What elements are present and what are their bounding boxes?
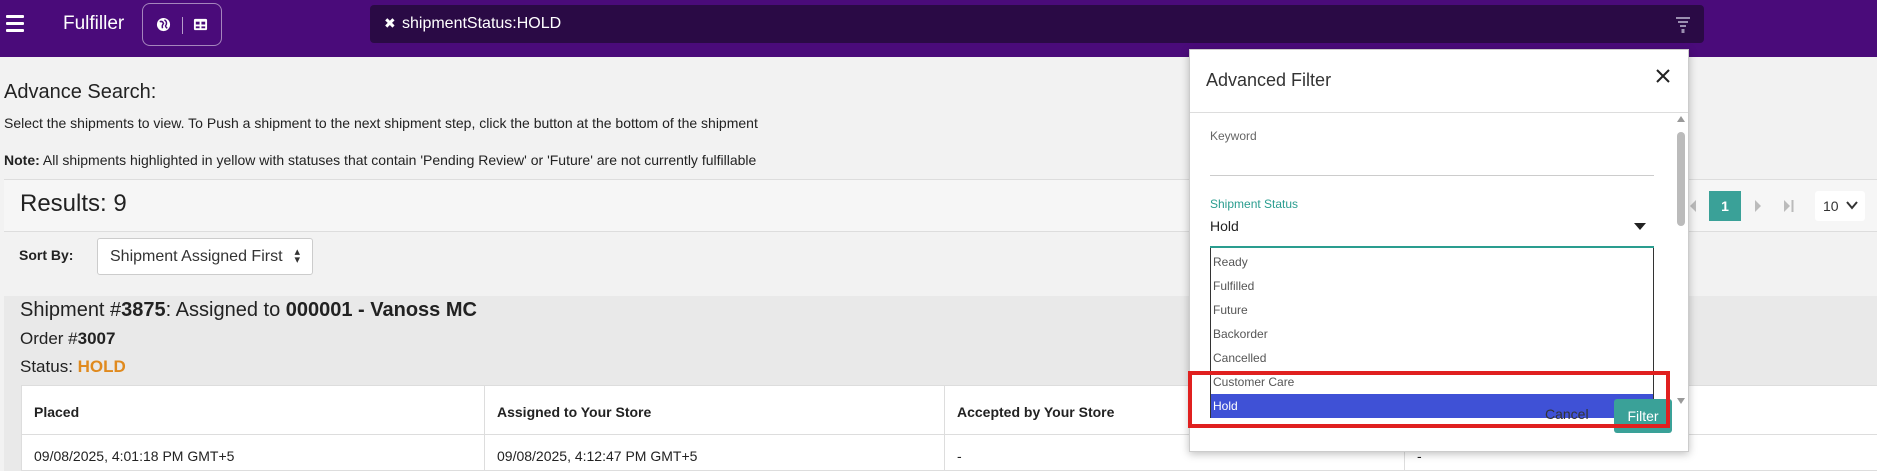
shipment-title: Shipment #3875: Assigned to 000001 - Van… bbox=[20, 299, 477, 322]
dropdown-arrow-icon bbox=[1634, 223, 1646, 230]
option-fulfilled[interactable]: Fulfilled bbox=[1211, 274, 1653, 298]
chevron-down-icon bbox=[1845, 198, 1859, 215]
globe-icon[interactable] bbox=[156, 17, 171, 35]
scroll-down-icon[interactable] bbox=[1677, 398, 1685, 404]
modal-title: Advanced Filter bbox=[1206, 70, 1332, 90]
option-customer-care[interactable]: Customer Care bbox=[1211, 370, 1653, 394]
column-header: Placed bbox=[22, 386, 485, 434]
option-backorder[interactable]: Backorder bbox=[1211, 322, 1653, 346]
last-page-icon[interactable] bbox=[1783, 199, 1795, 216]
note-text: All shipments highlighted in yellow with… bbox=[39, 152, 757, 168]
page-1-button[interactable]: 1 bbox=[1709, 191, 1741, 221]
sort-select[interactable]: Shipment Assigned First ▴ ▾ bbox=[97, 238, 313, 275]
status-options-list: Ready Fulfilled Future Backorder Cancell… bbox=[1210, 248, 1654, 418]
modal-header: Advanced Filter bbox=[1190, 50, 1688, 113]
page-size-select[interactable]: 10 bbox=[1815, 191, 1865, 221]
shipment-status-value: Hold bbox=[1210, 218, 1239, 234]
status-prefix: Status: bbox=[20, 357, 78, 376]
sort-value: Shipment Assigned First bbox=[110, 248, 283, 265]
next-page-icon[interactable] bbox=[1753, 199, 1763, 216]
assigned-prefix: : Assigned to bbox=[165, 299, 286, 321]
scrollbar-thumb[interactable] bbox=[1677, 132, 1685, 226]
order-prefix: Order # bbox=[20, 329, 78, 348]
page-description: Select the shipments to view. To Push a … bbox=[4, 115, 758, 131]
remove-chip-icon[interactable]: ✖ bbox=[384, 15, 396, 32]
close-icon[interactable] bbox=[1655, 64, 1671, 90]
table-icon[interactable] bbox=[193, 17, 208, 35]
keyword-label: Keyword bbox=[1210, 129, 1257, 143]
column-header: Assigned to Your Store bbox=[485, 386, 945, 434]
search-bar[interactable]: ✖ shipmentStatus:HOLD bbox=[370, 5, 1704, 43]
table-cell: 09/08/2025, 4:01:18 PM GMT+5 bbox=[22, 434, 485, 471]
shipment-order: Order #3007 bbox=[20, 329, 115, 349]
note-label: Note: bbox=[4, 152, 40, 168]
shipment-status-label: Shipment Status bbox=[1210, 197, 1299, 211]
results-count: Results: 9 bbox=[20, 190, 127, 217]
advanced-filter-modal: Advanced Filter Keyword Shipment Status … bbox=[1189, 49, 1689, 452]
keyword-input[interactable] bbox=[1210, 148, 1654, 176]
app-title: Fulfiller bbox=[63, 13, 125, 34]
page-size-value: 10 bbox=[1823, 198, 1839, 214]
menu-icon[interactable] bbox=[6, 15, 24, 32]
option-future[interactable]: Future bbox=[1211, 298, 1653, 322]
shipment-status: Status: HOLD bbox=[20, 357, 126, 377]
sort-caret-icon: ▴ ▾ bbox=[294, 246, 300, 266]
status-badge: HOLD bbox=[77, 357, 126, 376]
page-title: Advance Search: bbox=[4, 81, 157, 103]
filter-icon[interactable] bbox=[1676, 17, 1690, 38]
view-toggle-group bbox=[142, 3, 222, 46]
scroll-up-icon[interactable] bbox=[1677, 116, 1685, 122]
search-chip: shipmentStatus:HOLD bbox=[402, 15, 562, 32]
shipment-prefix: Shipment # bbox=[20, 299, 122, 321]
cancel-button[interactable]: Cancel bbox=[1545, 406, 1589, 422]
shipment-number: 3875 bbox=[121, 299, 166, 321]
separator bbox=[182, 17, 183, 34]
order-number: 3007 bbox=[77, 329, 116, 348]
option-cancelled[interactable]: Cancelled bbox=[1211, 346, 1653, 370]
sort-by-label: Sort By: bbox=[19, 247, 74, 263]
modal-scrollbar[interactable] bbox=[1675, 116, 1687, 406]
option-ready[interactable]: Ready bbox=[1211, 250, 1653, 274]
filter-button[interactable]: Filter bbox=[1614, 399, 1672, 433]
page-note: Note: All shipments highlighted in yello… bbox=[4, 152, 756, 168]
shipment-status-select[interactable]: Hold bbox=[1210, 218, 1654, 244]
assignee: 000001 - Vanoss MC bbox=[285, 299, 477, 321]
table-cell: 09/08/2025, 4:12:47 PM GMT+5 bbox=[485, 434, 945, 471]
prev-page-icon[interactable] bbox=[1688, 199, 1698, 216]
